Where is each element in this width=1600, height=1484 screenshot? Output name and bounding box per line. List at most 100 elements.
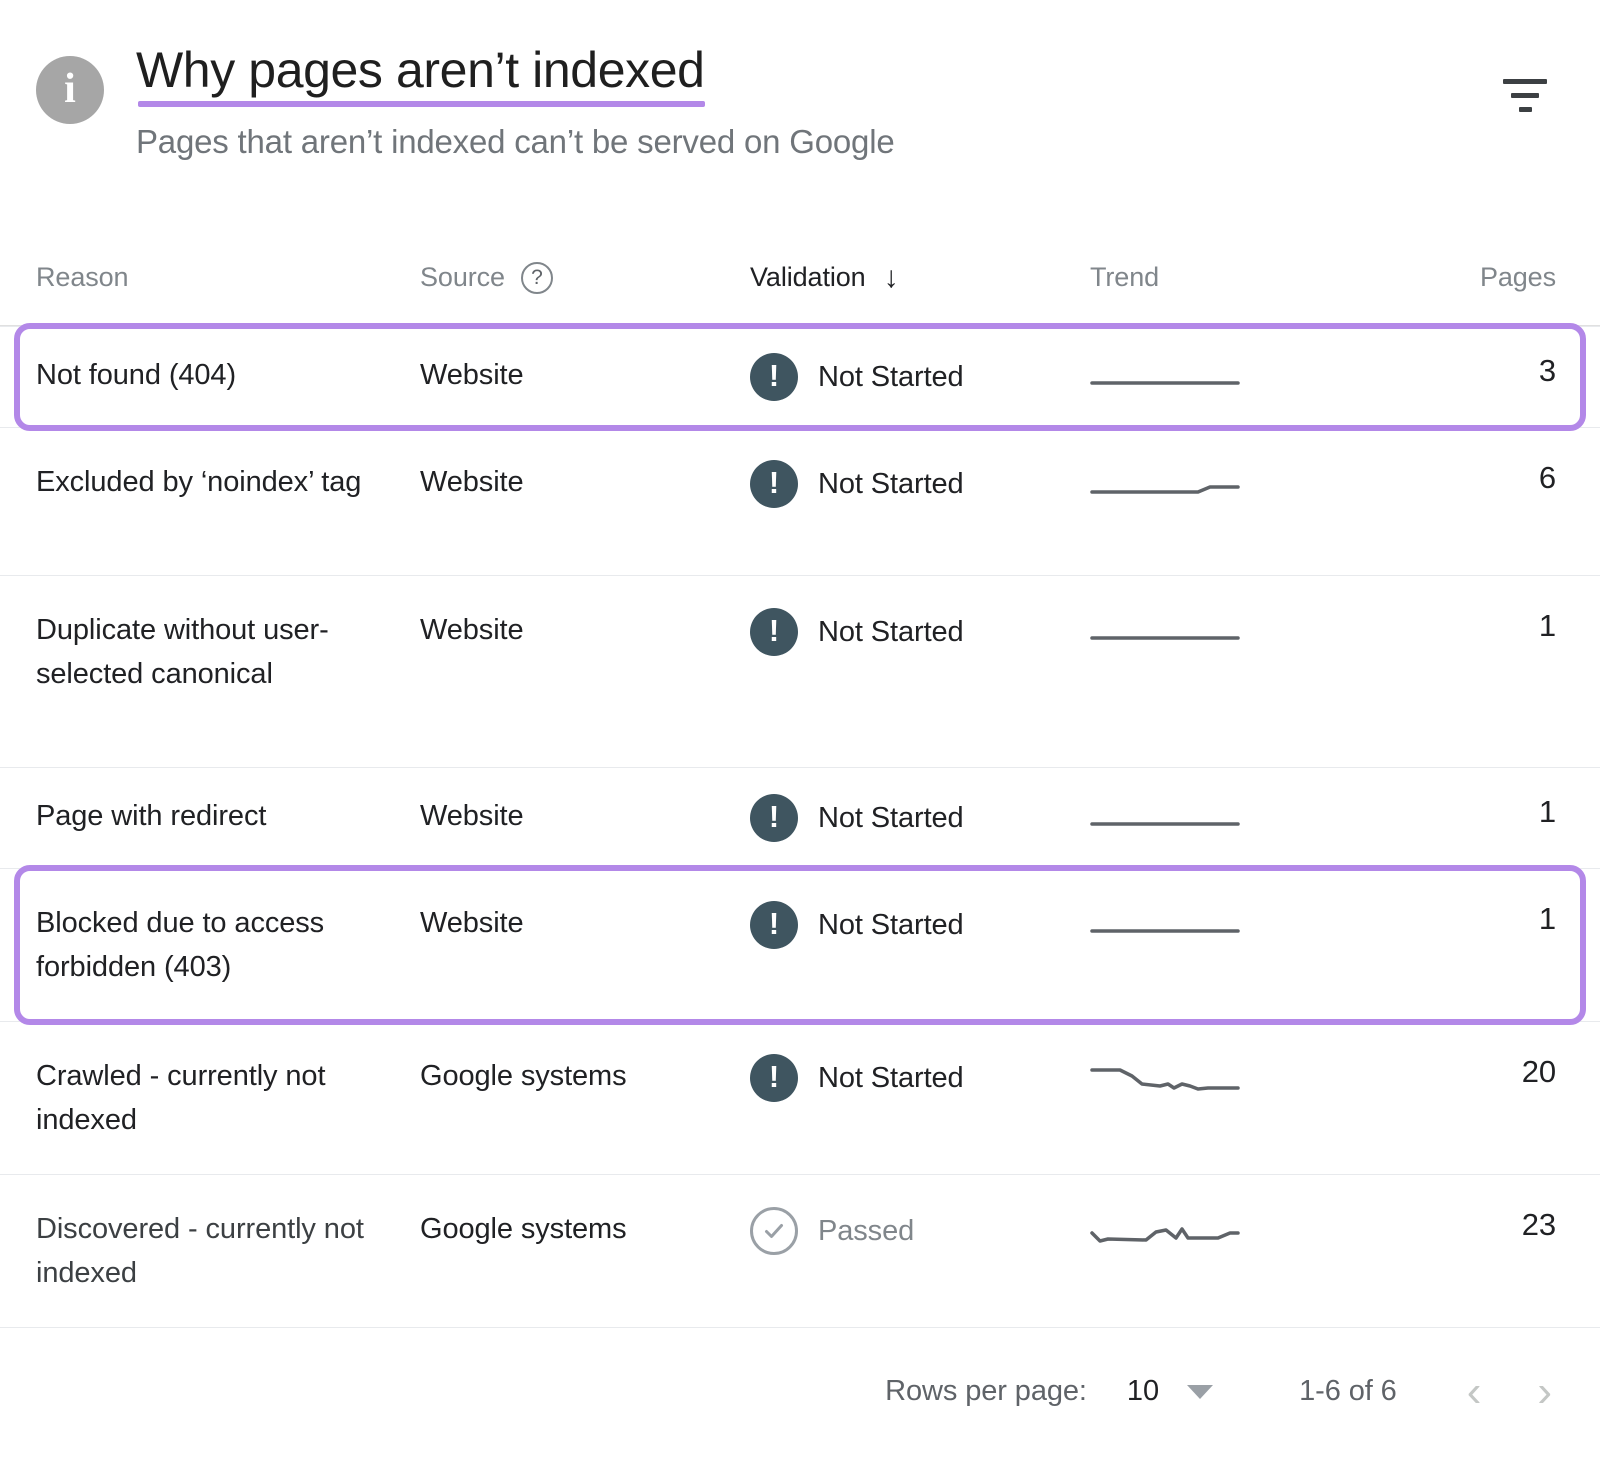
column-header-reason[interactable]: Reason [0, 262, 420, 293]
reason-label: Page with redirect [36, 794, 366, 838]
cell-trend [1090, 794, 1390, 840]
cell-source: Website [420, 608, 750, 652]
chevron-left-icon[interactable]: ‹ [1467, 1370, 1482, 1414]
pages-count: 6 [1539, 460, 1556, 495]
cell-trend [1090, 1207, 1390, 1253]
table-pagination: Rows per page: 10 1-6 of 6 ‹ › [0, 1327, 1600, 1455]
filter-icon-bar-2 [1511, 93, 1539, 98]
rows-per-page-label: Rows per page: [885, 1375, 1087, 1408]
column-header-trend[interactable]: Trend [1090, 262, 1390, 293]
table-row[interactable]: Page with redirect Website ! Not Started… [0, 767, 1600, 868]
reason-label: Not found (404) [36, 353, 366, 397]
info-icon: i [36, 56, 104, 124]
table-row[interactable]: Excluded by ‘noindex’ tag Website ! Not … [0, 427, 1600, 575]
page-title: Why pages aren’t indexed [136, 44, 705, 97]
indexing-report-page: i Why pages aren’t indexed Pages that ar… [0, 0, 1600, 1484]
reason-label: Blocked due to access forbidden (403) [36, 901, 366, 989]
cell-validation: ! Not Started [750, 608, 1090, 656]
table-row[interactable]: Discovered - currently not indexed Googl… [0, 1174, 1600, 1327]
cell-source: Website [420, 460, 750, 504]
reason-label: Discovered - currently not indexed [36, 1207, 366, 1295]
chevron-right-icon[interactable]: › [1537, 1370, 1552, 1414]
pages-count: 1 [1539, 901, 1556, 936]
help-circle-icon[interactable]: ? [521, 262, 553, 294]
warning-icon: ! [750, 1054, 798, 1102]
column-header-source[interactable]: Source ? [420, 262, 750, 294]
column-header-pages[interactable]: Pages [1390, 262, 1600, 293]
cell-reason: Blocked due to access forbidden (403) [0, 901, 420, 989]
validation-label: Not Started [818, 468, 964, 501]
indexing-reasons-table: Reason Source ? Validation ↓ Trend Pages… [0, 230, 1600, 1327]
cell-source: Website [420, 901, 750, 945]
validation-label: Not Started [818, 1062, 964, 1095]
cell-reason: Page with redirect [0, 794, 420, 838]
column-header-pages-label: Pages [1480, 262, 1556, 293]
validation-label: Not Started [818, 802, 964, 835]
cell-pages: 1 [1390, 608, 1600, 644]
validation-label: Not Started [818, 616, 964, 649]
cell-reason: Excluded by ‘noindex’ tag [0, 460, 420, 504]
pages-count: 1 [1539, 794, 1556, 829]
validation-label: Not Started [818, 909, 964, 942]
pages-count: 3 [1539, 353, 1556, 388]
header-text-block: Why pages aren’t indexed Pages that aren… [136, 38, 894, 161]
cell-trend [1090, 901, 1390, 947]
warning-icon: ! [750, 353, 798, 401]
table-row[interactable]: Duplicate without user-selected canonica… [0, 575, 1600, 767]
source-label: Website [420, 901, 750, 945]
column-header-validation[interactable]: Validation ↓ [750, 262, 1090, 293]
column-header-trend-label: Trend [1090, 262, 1159, 293]
cell-validation: ! Not Started [750, 1054, 1090, 1102]
cell-trend [1090, 608, 1390, 654]
source-label: Google systems [420, 1054, 750, 1098]
validation-label: Not Started [818, 361, 964, 394]
pages-count: 23 [1522, 1207, 1556, 1242]
check-circle-icon [750, 1207, 798, 1255]
source-label: Website [420, 460, 750, 504]
warning-icon: ! [750, 460, 798, 508]
table-header-row: Reason Source ? Validation ↓ Trend Pages [0, 230, 1600, 326]
warning-icon: ! [750, 608, 798, 656]
filter-icon-bar-3 [1519, 107, 1532, 112]
cell-pages: 20 [1390, 1054, 1600, 1090]
cell-validation: ! Not Started [750, 460, 1090, 508]
reason-label: Excluded by ‘noindex’ tag [36, 460, 366, 504]
filter-icon[interactable] [1488, 58, 1562, 132]
validation-label: Passed [818, 1215, 914, 1248]
cell-validation: ! Not Started [750, 794, 1090, 842]
warning-icon: ! [750, 901, 798, 949]
pagination-range: 1-6 of 6 [1299, 1375, 1397, 1408]
cell-trend [1090, 460, 1390, 506]
source-label: Website [420, 353, 750, 397]
reason-label: Crawled - currently not indexed [36, 1054, 366, 1142]
trend-sparkline [1090, 464, 1240, 506]
cell-source: Website [420, 353, 750, 397]
page-header: i Why pages aren’t indexed Pages that ar… [0, 0, 1600, 230]
column-header-source-label: Source [420, 262, 505, 293]
reason-label: Duplicate without user-selected canonica… [36, 608, 366, 696]
source-label: Website [420, 608, 750, 652]
filter-icon-bar-1 [1503, 79, 1547, 84]
cell-source: Google systems [420, 1054, 750, 1098]
cell-reason: Duplicate without user-selected canonica… [0, 608, 420, 696]
info-icon-glyph: i [64, 68, 76, 110]
table-row[interactable]: Blocked due to access forbidden (403) We… [0, 868, 1600, 1021]
pages-count: 20 [1522, 1054, 1556, 1089]
arrow-down-icon[interactable]: ↓ [884, 263, 899, 293]
cell-reason: Discovered - currently not indexed [0, 1207, 420, 1295]
cell-source: Website [420, 794, 750, 838]
cell-pages: 23 [1390, 1207, 1600, 1243]
table-row[interactable]: Not found (404) Website ! Not Started 3 [0, 326, 1600, 427]
trend-sparkline [1090, 1058, 1240, 1100]
column-header-reason-label: Reason [36, 262, 128, 293]
cell-pages: 1 [1390, 794, 1600, 830]
source-label: Google systems [420, 1207, 750, 1251]
cell-pages: 6 [1390, 460, 1600, 496]
source-label: Website [420, 794, 750, 838]
page-subtitle: Pages that aren’t indexed can’t be serve… [136, 123, 894, 161]
warning-icon: ! [750, 794, 798, 842]
caret-down-icon[interactable] [1187, 1385, 1213, 1399]
cell-validation: ! Not Started [750, 353, 1090, 401]
table-row[interactable]: Crawled - currently not indexed Google s… [0, 1021, 1600, 1174]
rows-per-page-value[interactable]: 10 [1127, 1375, 1159, 1408]
